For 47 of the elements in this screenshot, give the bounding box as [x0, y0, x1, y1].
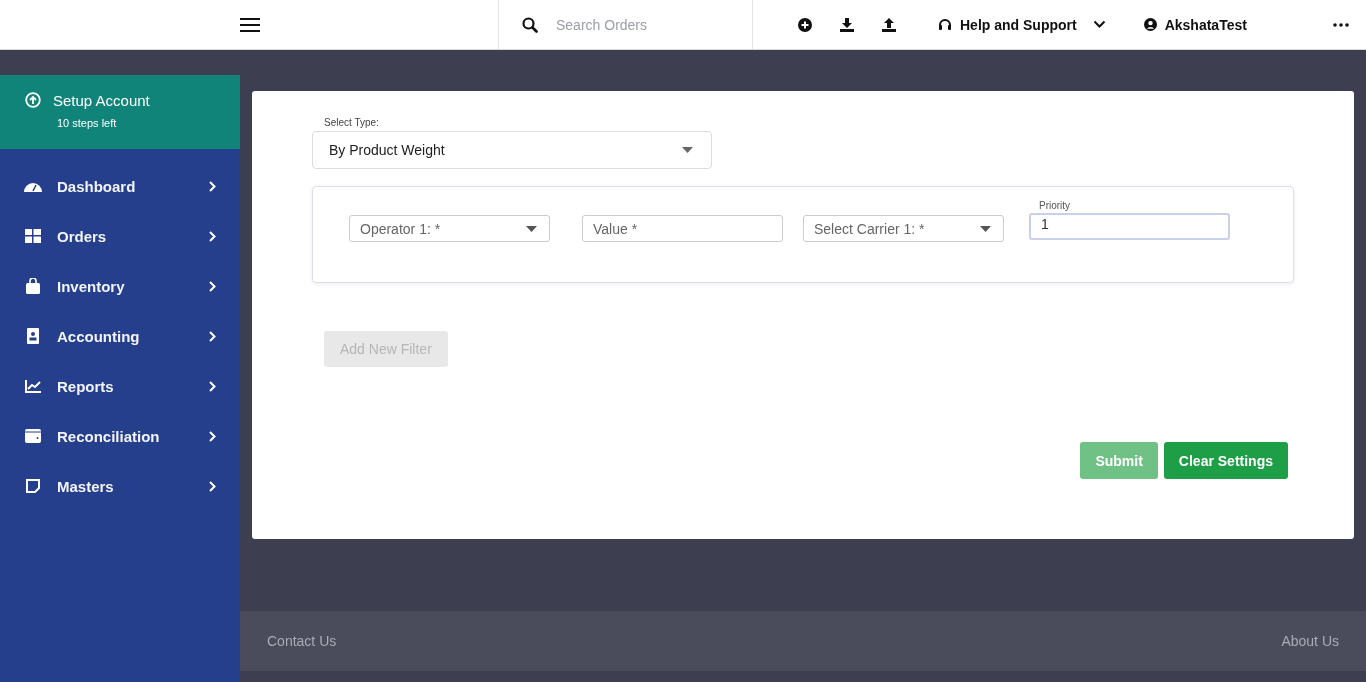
chevron-right-icon: [209, 330, 216, 342]
sidebar-item[interactable]: Orders: [0, 211, 240, 261]
dropdown-field[interactable]: Select Carrier 1: *: [803, 215, 1004, 242]
type-select[interactable]: By Product Weight: [312, 131, 712, 169]
user-menu[interactable]: AkshataTest: [1143, 16, 1255, 33]
setup-account-title: Setup Account: [53, 92, 150, 109]
help-and-support-menu[interactable]: Help and Support: [938, 16, 1106, 33]
sidebar-item[interactable]: Reports: [0, 361, 240, 411]
input-field[interactable]: Value *: [582, 215, 783, 242]
sidebar-item[interactable]: Reconciliation: [0, 411, 240, 461]
headset-icon: [938, 17, 952, 32]
setup-account-banner[interactable]: Setup Account 10 steps left: [0, 75, 240, 149]
chevron-right-icon: [209, 280, 216, 292]
chevron-right-icon: [209, 380, 216, 392]
sidebar-item[interactable]: Masters: [0, 461, 240, 511]
shopping-bag-icon: [24, 278, 42, 294]
about-us-link[interactable]: About Us: [1281, 633, 1339, 649]
search-icon: [522, 16, 538, 33]
chevron-down-icon: [1092, 20, 1106, 29]
user-icon: [1143, 18, 1157, 31]
chevron-right-icon: [209, 180, 216, 192]
priority-label: Priority: [1039, 200, 1071, 211]
dropdown-caret-icon: [526, 225, 537, 232]
steps-left-text: 10 steps left: [57, 117, 118, 129]
sidebar-item[interactable]: Inventory: [0, 261, 240, 311]
select-type-label: Select Type:: [324, 117, 380, 128]
chevron-right-icon: [209, 430, 216, 442]
input-field[interactable]: 1: [1029, 212, 1230, 240]
chevron-right-icon: [209, 230, 216, 242]
more-icon[interactable]: [1332, 22, 1349, 27]
add-circle-icon[interactable]: [798, 17, 812, 32]
wallet-icon: [24, 429, 42, 443]
dropdown-field[interactable]: Operator 1: *: [349, 215, 550, 242]
sidebar-item[interactable]: Dashboard: [0, 161, 240, 211]
id-badge-icon: [24, 328, 42, 344]
chevron-right-icon: [209, 480, 216, 492]
dropdown-caret-icon: [682, 147, 693, 153]
note-icon: [24, 479, 42, 493]
line-chart-icon: [24, 379, 42, 393]
contact-us-link[interactable]: Contact Us: [267, 633, 337, 649]
grid-icon: [24, 229, 42, 243]
dropdown-caret-icon: [980, 225, 991, 232]
upload-icon[interactable]: [882, 17, 896, 32]
menu-icon[interactable]: [240, 16, 260, 33]
sidebar-item[interactable]: Accounting: [0, 311, 240, 361]
download-icon[interactable]: [840, 17, 854, 32]
upload-circle-icon: [25, 92, 41, 108]
